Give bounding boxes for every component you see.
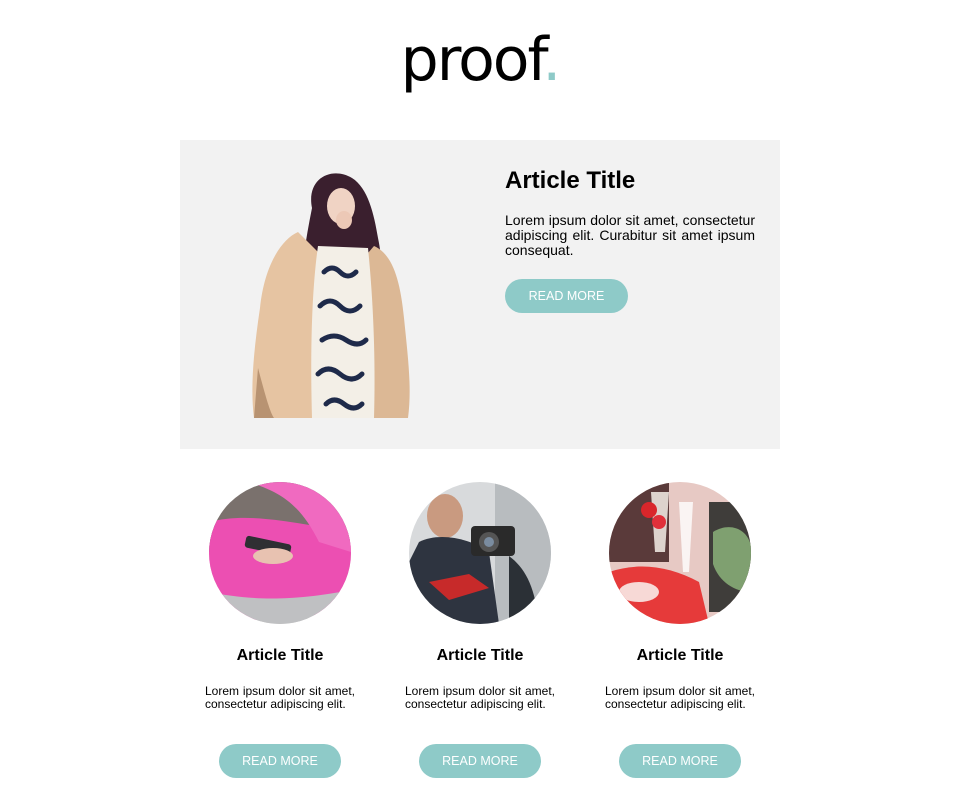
article-title: Article Title (436, 647, 524, 664)
featured-read-more-button[interactable]: READ MORE (505, 279, 628, 313)
read-more-button[interactable]: READ MORE (219, 744, 341, 778)
article-card: Article Title Lorem ipsum dolor sit amet… (405, 482, 555, 778)
article-text: Lorem ipsum dolor sit amet, consectetur … (605, 684, 755, 711)
article-title: Article Title (636, 647, 724, 664)
brand-dot: . (542, 25, 561, 95)
article-text: Lorem ipsum dolor sit amet, consectetur … (405, 684, 555, 711)
article-image-camera[interactable] (409, 482, 551, 624)
featured-article-image[interactable] (240, 168, 420, 420)
read-more-button[interactable]: READ MORE (619, 744, 741, 778)
featured-article-text: Lorem ipsum dolor sit amet, consectetur … (505, 212, 755, 258)
article-image-champagne[interactable] (609, 482, 751, 624)
read-more-button[interactable]: READ MORE (419, 744, 541, 778)
article-image-phone[interactable] (209, 482, 351, 624)
brand-logo[interactable]: proof. (0, 30, 960, 90)
article-text: Lorem ipsum dolor sit amet, consectetur … (205, 684, 355, 711)
article-card: Article Title Lorem ipsum dolor sit amet… (205, 482, 355, 778)
article-title: Article Title (236, 647, 324, 664)
article-card: Article Title Lorem ipsum dolor sit amet… (605, 482, 755, 778)
featured-article-title: Article Title (505, 167, 636, 194)
brand-name: proof (400, 25, 545, 95)
featured-article: Article Title Lorem ipsum dolor sit amet… (180, 140, 780, 449)
